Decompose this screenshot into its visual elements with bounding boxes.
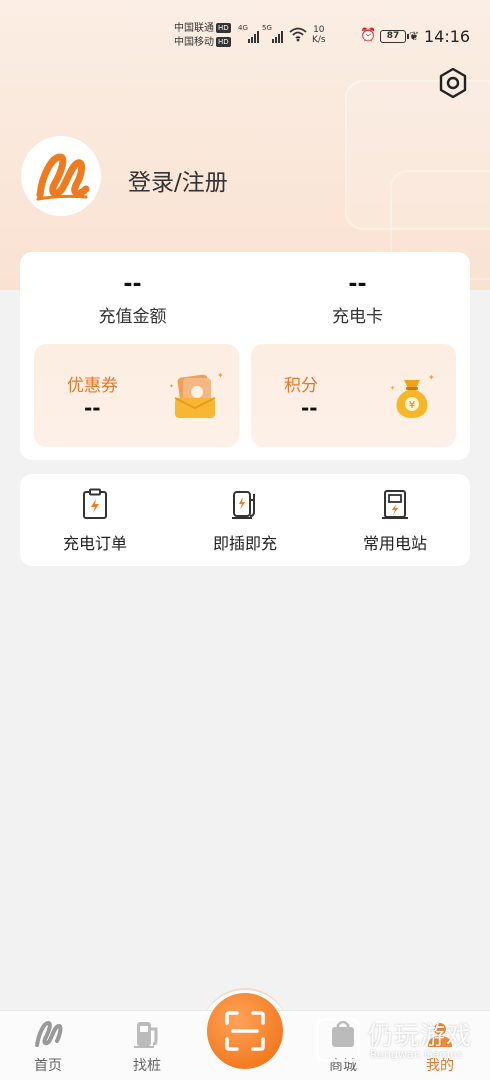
alarm-icon: ⏰: [360, 28, 377, 43]
carrier-2: 中国移动: [174, 37, 214, 48]
battery-indicator: 87: [380, 30, 409, 43]
carrier-1: 中国联通: [174, 23, 214, 34]
net-speed-unit: K/s: [312, 35, 326, 45]
wifi-icon: [289, 27, 307, 42]
login-register-link[interactable]: 登录/注册: [128, 163, 228, 197]
points-tile[interactable]: 积分 -- ¥ ✦ ✦: [251, 344, 456, 447]
money-bag-icon: ¥ ✦ ✦: [390, 373, 435, 418]
recharge-amount-label: 充值金额: [98, 307, 167, 327]
hd-badge: HD: [216, 23, 231, 33]
station-icon: [382, 490, 408, 519]
tab-find-charger[interactable]: 找桩: [117, 1017, 177, 1075]
tab-mine-label: 我的: [426, 1058, 454, 1074]
avatar[interactable]: [21, 136, 101, 216]
signal-icon: 4G: [238, 24, 259, 47]
status-bar: 中国联通 HD 中国移动 HD 4G 5G 10 K/s ⏰ 87 ❦ 14:16: [0, 0, 490, 60]
coupon-value: --: [84, 396, 101, 420]
plug-charger-icon: [232, 491, 255, 519]
mall-bag-icon: [332, 1020, 354, 1047]
clipboard-bolt-icon: [83, 488, 107, 519]
recharge-amount-value: --: [123, 272, 142, 297]
charge-card-label: 充电卡: [332, 307, 383, 327]
signal-tag: 4G: [238, 24, 248, 32]
tab-home-label: 首页: [34, 1058, 62, 1074]
account-stats-card: -- 充值金额 -- 充电卡 优惠券 -- ✦ ✦ 积分 -- ¥ ✦ ✦: [20, 252, 470, 460]
favorite-stations-button[interactable]: 常用电站: [320, 488, 470, 554]
coupon-tile[interactable]: 优惠券 -- ✦ ✦: [34, 344, 239, 447]
tab-find-charger-label: 找桩: [133, 1058, 161, 1074]
hd-badge: HD: [216, 37, 231, 47]
carrier-info: 中国联通 HD 中国移动 HD: [174, 22, 231, 50]
clock: 14:16: [424, 27, 471, 46]
signal-icon: 5G: [262, 24, 283, 47]
svg-text:✦: ✦: [428, 373, 435, 382]
net-speed: 10 K/s: [312, 25, 326, 45]
charging-orders-label: 充电订单: [62, 534, 127, 553]
svg-text:¥: ¥: [409, 400, 415, 411]
plug-and-charge-button[interactable]: 即插即充: [170, 488, 320, 554]
recharge-amount-stat[interactable]: -- 充值金额: [20, 270, 245, 327]
svg-text:✦: ✦: [169, 383, 174, 390]
coupon-gift-icon: ✦ ✦: [169, 371, 224, 418]
charging-orders-button[interactable]: 充电订单: [20, 488, 170, 554]
quick-actions-card: 充电订单 即插即充 常用电站: [20, 474, 470, 566]
charge-card-stat[interactable]: -- 充电卡: [245, 270, 470, 327]
tab-mall[interactable]: 商城: [313, 1017, 373, 1075]
svg-text:✦: ✦: [217, 371, 224, 380]
home-logo-icon: [35, 1020, 63, 1047]
svg-text:✦: ✦: [390, 385, 395, 392]
settings-icon[interactable]: [436, 66, 470, 100]
charger-pile-icon: [134, 1022, 158, 1048]
leaf-icon: ❦: [409, 29, 420, 43]
scan-button[interactable]: [207, 993, 283, 1069]
points-value: --: [301, 396, 318, 420]
tab-mine[interactable]: 我的: [410, 1017, 470, 1075]
net-speed-value: 10: [313, 25, 325, 35]
scan-icon: [225, 1011, 265, 1051]
signal-tag: 5G: [262, 24, 272, 32]
profile-icon: [428, 1023, 452, 1047]
favorite-stations-label: 常用电站: [362, 534, 427, 553]
tab-mall-label: 商城: [329, 1058, 357, 1074]
charge-card-value: --: [348, 272, 367, 297]
brand-logo-icon: [36, 153, 90, 201]
coupon-label: 优惠券: [67, 376, 118, 396]
points-label: 积分: [284, 376, 318, 396]
tab-home[interactable]: 首页: [18, 1017, 78, 1075]
plug-and-charge-label: 即插即充: [212, 534, 277, 553]
